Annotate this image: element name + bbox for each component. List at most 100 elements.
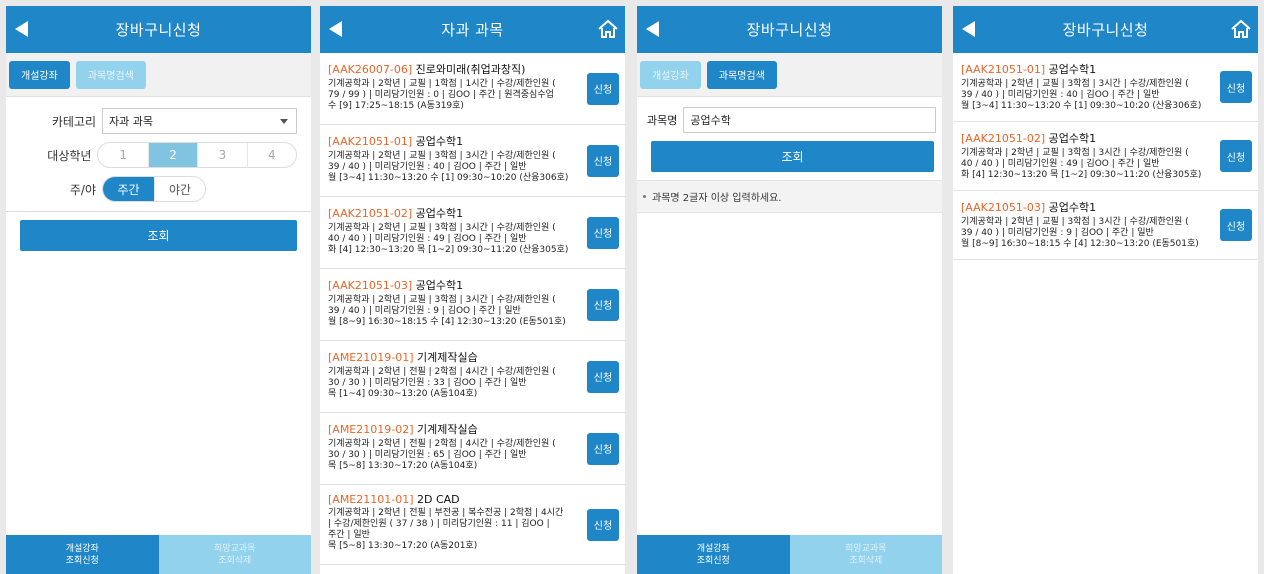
course-detail: 기계공학과 | 2학년 | 교필 | 3학점 | 3시간 | 수강/제한인원 (: [961, 148, 1189, 158]
course-item: [AAK21051-03] 공업수학1 기계공학과 | 2학년 | 교필 | 3…: [320, 269, 625, 341]
course-list: [AAK26007-06] 진로와미래(취업과창직) 기계공학과 | 2학년 |…: [320, 53, 625, 565]
app-header: 장바구니신청: [953, 6, 1258, 53]
course-detail: 39 / 40 ) | 미리담기인원 : 40 | 김OO | 주간 | 일반: [961, 90, 1160, 100]
bottom-nav-label: 희망교과목: [214, 543, 256, 554]
course-detail: 39 / 40 ) | 미리담기인원 : 9 | 김OO | 주간 | 일반: [328, 306, 521, 316]
grade-option-2[interactable]: 2: [147, 143, 198, 167]
course-detail: 79 / 99 ) | 미리담기인원 : 0 | 김OO | 주간 | 원격중심…: [328, 90, 554, 100]
bottom-nav-open-courses[interactable]: 개설강좌 조회신청: [6, 535, 159, 574]
course-schedule: 월 [3~4] 11:30~13:20 수 [1] 09:30~10:20 (산…: [328, 173, 569, 183]
query-button[interactable]: 조회: [651, 141, 934, 172]
course-code: [AAK21051-03]: [328, 279, 413, 292]
course-detail: 주간 | 일반: [328, 530, 370, 540]
course-code: [AAK26007-06]: [328, 63, 413, 76]
home-icon[interactable]: [597, 19, 619, 39]
apply-button[interactable]: 신청: [587, 144, 619, 177]
course-code: [AAK21051-01]: [328, 135, 413, 148]
grade-option-3[interactable]: 3: [197, 143, 246, 167]
screen-course-list: 자과 과목 [AAK26007-06] 진로와미래(취업과창직) 기계공학과 |…: [320, 6, 625, 574]
course-detail: 기계공학과 | 2학년 | 교필 | 3학점 | 3시간 | 수강/제한인원 (: [961, 217, 1189, 227]
back-arrow-icon[interactable]: [646, 21, 659, 37]
apply-button[interactable]: 신청: [1220, 140, 1252, 172]
course-item: [AME21019-01] 기계제작실습 기계공학과 | 2학년 | 전필 | …: [320, 341, 625, 413]
back-arrow-icon[interactable]: [329, 21, 342, 37]
apply-button[interactable]: 신청: [587, 360, 619, 393]
apply-button[interactable]: 신청: [587, 216, 619, 249]
bottom-nav-label: 희망교과목: [845, 543, 887, 554]
grade-option-4[interactable]: 4: [246, 143, 296, 167]
course-item: [AAK21051-01] 공업수학1 기계공학과 | 2학년 | 교필 | 3…: [320, 125, 625, 197]
course-code: [AAK21051-02]: [961, 132, 1046, 145]
course-name: 공업수학1: [415, 279, 464, 292]
back-arrow-icon[interactable]: [962, 21, 975, 37]
tab-open-courses[interactable]: 개설강좌: [640, 60, 701, 89]
course-detail: 기계공학과 | 2학년 | 교필 | 3학점 | 3시간 | 수강/제한인원 (: [961, 79, 1189, 89]
page-title: 자과 과목: [441, 21, 504, 39]
apply-button[interactable]: 신청: [1220, 209, 1252, 241]
course-name: 공업수학1: [415, 135, 464, 148]
course-item: [AME21019-02] 기계제작실습 기계공학과 | 2학년 | 전필 | …: [320, 413, 625, 485]
course-code: [AME21019-02]: [328, 423, 414, 436]
screen-course-search: 장바구니신청 개설강좌 과목명검색 과목명 공업수학 조회 과목명 2글자 이상…: [637, 6, 942, 574]
daynight-option-night[interactable]: 야간: [153, 177, 205, 201]
tab-course-name-search[interactable]: 과목명검색: [706, 60, 777, 89]
back-arrow-icon[interactable]: [15, 21, 28, 37]
category-label: 카테고리: [51, 114, 96, 129]
course-schedule: 목 [1~4] 09:30~13:20 (A동104호): [328, 389, 478, 399]
bottom-nav-label: 개설강좌: [65, 543, 99, 554]
apply-button[interactable]: 신청: [587, 508, 619, 541]
course-detail: 기계공학과 | 2학년 | 교필 | 3학점 | 3시간 | 수강/제한인원 (: [328, 223, 556, 233]
daynight-option-day[interactable]: 주간: [103, 177, 154, 201]
query-button[interactable]: 조회: [20, 220, 297, 251]
apply-button[interactable]: 신청: [587, 288, 619, 321]
course-detail: 30 / 30 ) | 미리담기인원 : 33 | 김OO | 주간 | 일반: [328, 378, 527, 388]
page-title: 장바구니신청: [115, 21, 202, 39]
apply-button[interactable]: 신청: [587, 432, 619, 465]
course-detail: 40 / 40 ) | 미리담기인원 : 49 | 김OO | 주간 | 일반: [328, 234, 527, 244]
bottom-nav-sublabel: 조회삭제: [849, 555, 883, 566]
daynight-label: 주/야: [69, 182, 96, 197]
course-detail: 기계공학과 | 2학년 | 전필 | 2학점 | 4시간 | 수강/제한인원 (: [328, 439, 556, 449]
bottom-nav-open-courses[interactable]: 개설강좌 조회신청: [637, 535, 790, 574]
course-detail: 기계공학과 | 2학년 | 전필 | 2학점 | 4시간 | 수강/제한인원 (: [328, 367, 556, 377]
filter-form: 카테고리 자과 과목 대상학년 1 2 3 4 주/야 주간 야간: [6, 97, 311, 203]
course-item: [AME21101-01] 2D CAD 기계공학과 | 2학년 | 전필 | …: [320, 485, 625, 565]
course-item: [AAK21051-03] 공업수학1 기계공학과 | 2학년 | 교필 | 3…: [953, 191, 1258, 260]
app-header: 자과 과목: [320, 6, 625, 53]
bullet-icon: [643, 195, 646, 198]
bottom-nav: 개설강좌 조회신청 희망교과목 조회삭제: [637, 535, 942, 574]
course-item: [AAK21051-02] 공업수학1 기계공학과 | 2학년 | 교필 | 3…: [320, 197, 625, 269]
course-schedule: 화 [4] 12:30~13:20 목 [1~2] 09:30~11:20 (산…: [328, 245, 569, 255]
grade-option-1[interactable]: 1: [98, 143, 147, 167]
course-item: [AAK21051-02] 공업수학1 기계공학과 | 2학년 | 교필 | 3…: [953, 122, 1258, 191]
divider: [6, 211, 311, 212]
course-code: [AAK21051-02]: [328, 207, 413, 220]
daynight-selector: 주간 야간: [102, 176, 206, 202]
tab-open-courses[interactable]: 개설강좌: [9, 60, 70, 89]
tab-course-name-search[interactable]: 과목명검색: [75, 60, 146, 89]
course-list: [AAK21051-01] 공업수학1 기계공학과 | 2학년 | 교필 | 3…: [953, 53, 1258, 260]
course-item: [AAK26007-06] 진로와미래(취업과창직) 기계공학과 | 2학년 |…: [320, 53, 625, 125]
course-name: 기계제작실습: [417, 351, 478, 364]
apply-button[interactable]: 신청: [587, 72, 619, 105]
course-code: [AME21019-01]: [328, 351, 414, 364]
home-icon[interactable]: [1230, 19, 1252, 39]
apply-button[interactable]: 신청: [1220, 71, 1252, 103]
category-value: 자과 과목: [109, 115, 153, 128]
bottom-nav-sublabel: 조회삭제: [218, 555, 252, 566]
course-schedule: 월 [3~4] 11:30~13:20 수 [1] 09:30~10:20 (산…: [961, 101, 1202, 111]
bottom-nav-wishlist[interactable]: 희망교과목 조회삭제: [158, 535, 311, 574]
bottom-nav-sublabel: 조회신청: [696, 555, 730, 566]
chevron-down-icon: [280, 119, 288, 124]
search-input[interactable]: 공업수학: [683, 107, 936, 133]
bottom-nav-wishlist[interactable]: 희망교과목 조회삭제: [789, 535, 942, 574]
grade-selector: 1 2 3 4: [97, 142, 297, 168]
search-label: 과목명: [647, 114, 678, 127]
course-detail: 39 / 40 ) | 미리담기인원 : 9 | 김OO | 주간 | 일반: [961, 228, 1154, 238]
screen-open-courses: 장바구니신청 개설강좌 과목명검색 카테고리 자과 과목 대상학년 1 2 3 …: [6, 6, 311, 574]
course-item: [AAK21051-01] 공업수학1 기계공학과 | 2학년 | 교필 | 3…: [953, 53, 1258, 122]
category-select[interactable]: 자과 과목: [102, 108, 297, 134]
course-schedule: 월 [8~9] 16:30~18:15 수 [4] 12:30~13:20 (E…: [961, 239, 1199, 249]
course-detail: 40 / 40 ) | 미리담기인원 : 49 | 김OO | 주간 | 일반: [961, 159, 1160, 169]
app-header: 장바구니신청: [6, 6, 311, 53]
